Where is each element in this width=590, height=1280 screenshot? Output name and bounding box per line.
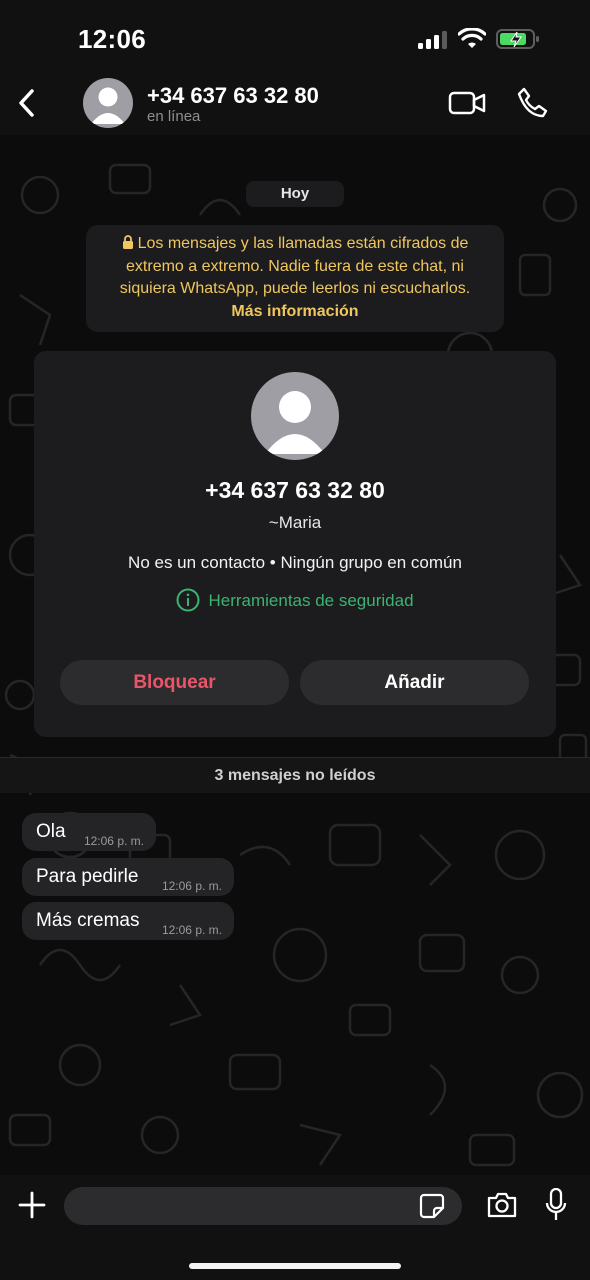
microphone-icon[interactable] bbox=[545, 1188, 567, 1222]
message-time: 12:06 p. m. bbox=[161, 923, 222, 937]
signal-icon bbox=[418, 31, 447, 49]
contact-info-card: +34 637 63 32 80 ~Maria No es un contact… bbox=[34, 351, 556, 737]
date-label: Hoy bbox=[246, 181, 344, 207]
unread-divider: 3 mensajes no leídos bbox=[0, 757, 590, 793]
home-indicator[interactable] bbox=[189, 1263, 401, 1269]
safety-tools-link[interactable]: Herramientas de seguridad bbox=[34, 588, 556, 612]
message-bubble[interactable]: Ola 12:06 p. m. bbox=[22, 813, 156, 851]
encryption-text: Los mensajes y las llamadas están cifrad… bbox=[119, 235, 471, 297]
status-time: 12:06 bbox=[78, 24, 146, 54]
sticker-icon[interactable] bbox=[419, 1193, 445, 1219]
info-circle-icon bbox=[176, 588, 200, 612]
more-info-link[interactable]: Más información bbox=[96, 301, 494, 324]
message-text: Ola bbox=[36, 821, 66, 842]
person-icon bbox=[265, 391, 325, 454]
encryption-notice[interactable]: Los mensajes y las llamadas están cifrad… bbox=[86, 225, 504, 332]
wifi-icon bbox=[458, 28, 486, 48]
chat-header: +34 637 63 32 80 en línea bbox=[0, 72, 590, 135]
video-camera-icon[interactable] bbox=[448, 90, 486, 116]
message-time: 12:06 p. m. bbox=[83, 834, 144, 848]
contact-number[interactable]: +34 637 63 32 80 bbox=[147, 83, 319, 109]
message-text: Para pedirle bbox=[36, 866, 139, 887]
message-time: 12:06 p. m. bbox=[161, 879, 222, 893]
safety-tools-label: Herramientas de seguridad bbox=[208, 591, 414, 610]
lock-icon bbox=[122, 235, 133, 249]
card-contact-alias: ~Maria bbox=[268, 513, 322, 532]
composer-bar bbox=[0, 1175, 590, 1280]
person-icon bbox=[91, 87, 125, 124]
plus-icon[interactable] bbox=[18, 1191, 46, 1219]
phone-icon[interactable] bbox=[516, 86, 548, 118]
block-button[interactable]: Bloquear bbox=[60, 660, 289, 705]
chevron-left-icon[interactable] bbox=[14, 86, 40, 120]
contact-avatar[interactable] bbox=[83, 78, 133, 128]
contact-status: en línea bbox=[147, 108, 201, 125]
status-bar: 12:06 bbox=[0, 0, 590, 72]
message-input[interactable] bbox=[64, 1187, 462, 1225]
message-bubble[interactable]: Más cremas 12:06 p. m. bbox=[22, 902, 234, 940]
message-bubble[interactable]: Para pedirle 12:06 p. m. bbox=[22, 858, 234, 896]
contact-avatar-large bbox=[251, 372, 339, 460]
add-contact-button[interactable]: Añadir bbox=[300, 660, 529, 705]
camera-icon[interactable] bbox=[486, 1191, 518, 1219]
message-text: Más cremas bbox=[36, 910, 140, 931]
card-contact-meta: No es un contacto • Ningún grupo en comú… bbox=[128, 553, 462, 572]
card-contact-number: +34 637 63 32 80 bbox=[205, 477, 385, 503]
battery-icon bbox=[496, 29, 539, 49]
